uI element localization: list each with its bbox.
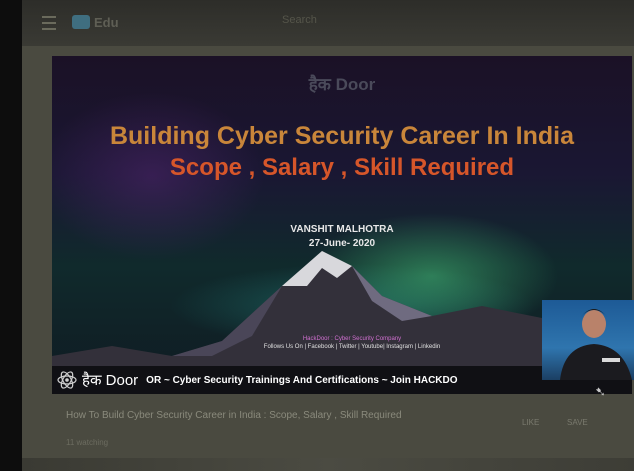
view-count: 11 watching bbox=[66, 438, 109, 447]
logo-text: Edu bbox=[94, 14, 119, 30]
presenter-avatar bbox=[560, 309, 632, 380]
atom-logo-icon bbox=[57, 371, 77, 389]
recommendations-strip bbox=[22, 458, 634, 471]
mouse-cursor-icon: ➷ bbox=[595, 384, 606, 399]
top-bar: Edu Search bbox=[22, 0, 634, 46]
ticker-text: OR ~ Cyber Security Trainings And Certif… bbox=[146, 374, 458, 386]
slide-socials-line: Follows Us On | Facebook | Twitter | You… bbox=[263, 344, 441, 350]
hamburger-menu-icon[interactable] bbox=[42, 16, 56, 30]
like-button[interactable]: LIKE bbox=[522, 418, 539, 427]
save-button[interactable]: SAVE bbox=[567, 418, 588, 427]
search-input[interactable]: Search bbox=[282, 14, 317, 26]
webcam-overlay bbox=[542, 300, 634, 380]
slide-company-line: HackDoor : Cyber Security Company bbox=[302, 336, 402, 342]
ticker-brand: हैक Door bbox=[82, 372, 139, 389]
site-logo[interactable]: Edu bbox=[72, 12, 119, 32]
monitor-screen: Edu Search हैक Door Building Cyber Secur… bbox=[22, 0, 634, 471]
video-title: How To Build Cyber Security Career in In… bbox=[66, 410, 402, 421]
logo-icon bbox=[72, 15, 90, 29]
